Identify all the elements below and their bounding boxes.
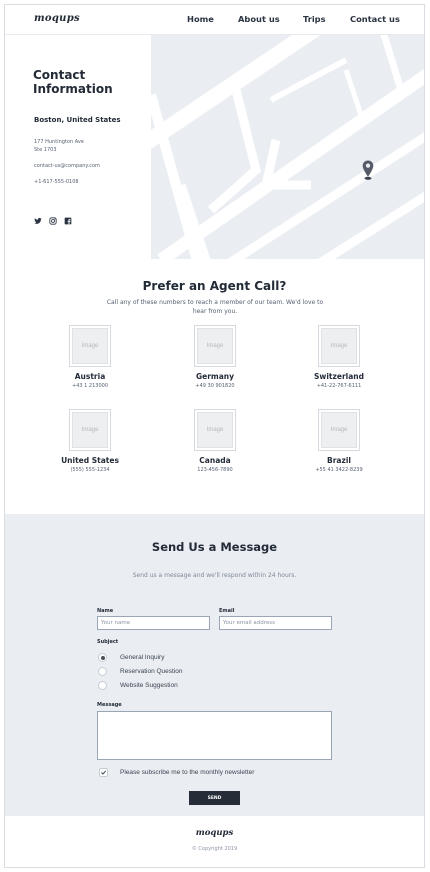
country-name: Switzerland (314, 372, 364, 381)
message-label: Message (97, 702, 122, 708)
name-input[interactable]: Your name (97, 616, 210, 630)
country-phone[interactable]: +55 41 3422-8239 (294, 467, 384, 473)
instagram-icon[interactable] (49, 212, 57, 225)
newsletter-checkbox-row[interactable]: Please subscribe me to the monthly newsl… (99, 768, 254, 777)
newsletter-checkbox[interactable] (99, 768, 108, 777)
radio-button[interactable] (98, 653, 107, 662)
send-button[interactable]: SEND (189, 791, 240, 805)
agent-call-title: Prefer an Agent Call? (142, 279, 287, 293)
agent-call-subtitle: Call any of these numbers to reach a mem… (106, 299, 324, 315)
footer-logo[interactable]: moqups (5, 828, 424, 838)
country-card-austria: Image Austria +43 1 213000 (45, 325, 135, 389)
newsletter-label: Please subscribe me to the monthly newsl… (120, 769, 255, 776)
contact-phone[interactable]: +1-617-555-0108 (34, 179, 79, 185)
name-label: Name (97, 608, 114, 614)
country-card-germany: Image Germany +49 30 901820 (170, 325, 260, 389)
message-section: Send Us a Message Send us a message and … (5, 514, 424, 816)
message-title: Send Us a Message (151, 540, 278, 554)
country-phone[interactable]: +43 1 213000 (45, 383, 135, 389)
site-header: moqups Home About us Trips Contact us (5, 5, 424, 35)
radio-label: General Inquiry (120, 654, 165, 661)
image-placeholder-label: Image (321, 412, 357, 448)
radio-reservation-question[interactable]: Reservation Question (98, 667, 183, 676)
country-phone[interactable]: +41-22-767-6111 (294, 383, 384, 389)
social-links (34, 212, 72, 225)
country-card-brazil: Image Brazil +55 41 3422-8239 (294, 409, 384, 473)
image-placeholder: Image (194, 409, 236, 451)
map-pin-icon[interactable] (362, 160, 374, 180)
country-phone[interactable]: +49 30 901820 (170, 383, 260, 389)
radio-button[interactable] (98, 667, 107, 676)
email-label: Email (219, 608, 235, 614)
image-placeholder: Image (69, 325, 111, 367)
image-placeholder: Image (318, 325, 360, 367)
message-subtitle: Send us a message and we'll respond with… (132, 572, 297, 579)
country-card-switzerland: Image Switzerland +41-22-767-6111 (294, 325, 384, 389)
country-name: United States (61, 456, 119, 465)
nav-link-contact-us[interactable]: Contact us (350, 14, 400, 24)
radio-button[interactable] (98, 681, 107, 690)
country-card-united-states: Image United States (555) 555-1234 (45, 409, 135, 473)
country-name: Austria (74, 372, 106, 381)
footer-copyright: © Copyright 2019 (191, 846, 238, 852)
contact-address: 177 Huntington Ave Ste 1703 (34, 138, 84, 154)
image-placeholder-label: Image (72, 328, 108, 364)
address-line-2: Ste 1703 (34, 147, 57, 153)
site-logo[interactable]: moqups (34, 13, 80, 24)
twitter-icon[interactable] (34, 212, 42, 224)
contact-email-link[interactable]: contact-us@company.com (34, 163, 100, 169)
country-name: Canada (199, 456, 231, 465)
radio-general-inquiry[interactable]: General Inquiry (98, 653, 164, 662)
contact-info-title: Contact Information (33, 68, 113, 96)
nav-link-about-us[interactable]: About us (238, 14, 280, 24)
facebook-icon[interactable] (64, 212, 72, 225)
image-placeholder: Image (318, 409, 360, 451)
location-map[interactable] (151, 35, 424, 259)
radio-label: Website Suggestion (120, 682, 178, 689)
image-placeholder: Image (69, 409, 111, 451)
radio-label: Reservation Question (120, 668, 183, 675)
image-placeholder: Image (194, 325, 236, 367)
message-textarea[interactable] (97, 711, 332, 760)
country-phone[interactable]: 123-456-7890 (170, 467, 260, 473)
image-placeholder-label: Image (197, 328, 233, 364)
nav-link-home[interactable]: Home (187, 14, 214, 24)
contact-city: Boston, United States (34, 116, 121, 124)
page-frame: moqups Home About us Trips Contact us Co… (4, 4, 425, 868)
image-placeholder-label: Image (321, 328, 357, 364)
map-roads (151, 35, 424, 259)
address-line-1: 177 Huntington Ave (34, 139, 84, 145)
country-phone[interactable]: (555) 555-1234 (45, 467, 135, 473)
radio-website-suggestion[interactable]: Website Suggestion (98, 681, 178, 690)
image-placeholder-label: Image (197, 412, 233, 448)
checkmark-icon (101, 770, 106, 775)
nav-link-trips[interactable]: Trips (303, 14, 326, 24)
country-name: Germany (195, 372, 235, 381)
country-name: Brazil (327, 456, 351, 465)
email-input[interactable]: Your email address (219, 616, 332, 630)
image-placeholder-label: Image (72, 412, 108, 448)
subject-label: Subject (97, 639, 119, 645)
contact-info-panel: Contact Information Boston, United State… (5, 35, 151, 259)
country-card-canada: Image Canada 123-456-7890 (170, 409, 260, 473)
